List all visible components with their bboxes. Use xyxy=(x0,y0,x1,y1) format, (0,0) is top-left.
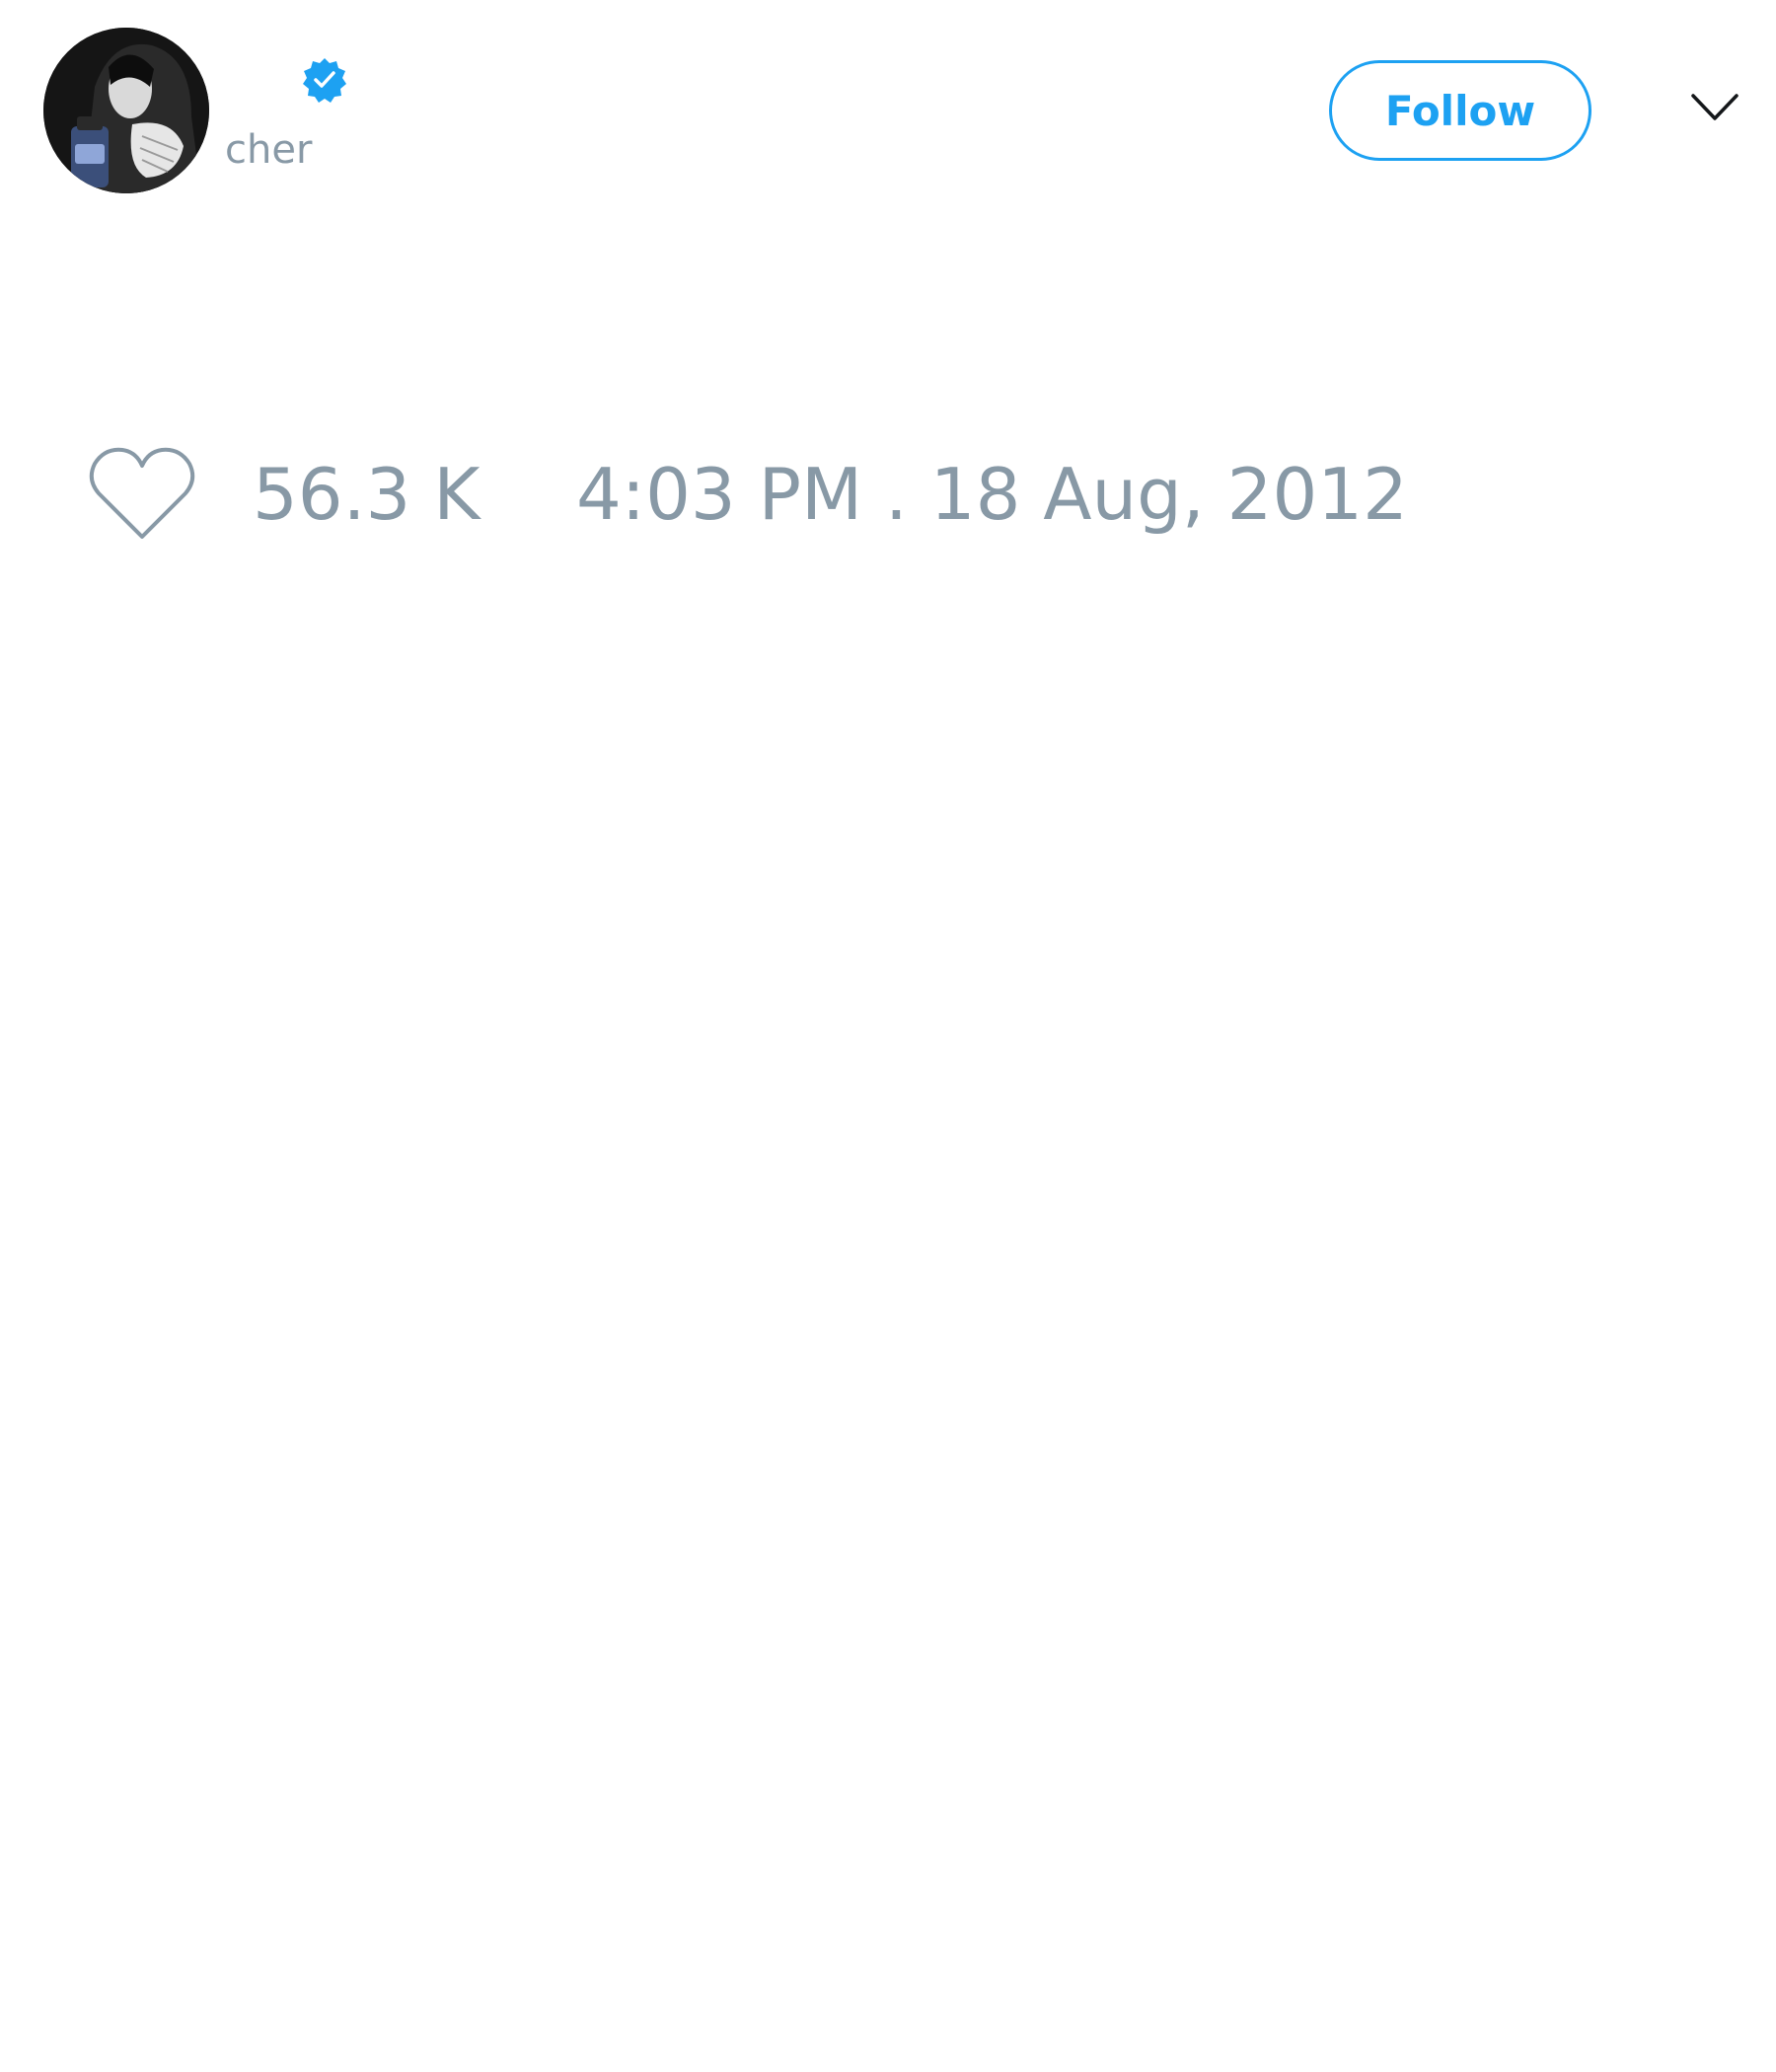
like-count: 56.3 K xyxy=(253,453,481,536)
follow-button[interactable]: Follow xyxy=(1329,60,1591,161)
avatar-image xyxy=(43,28,209,193)
avatar[interactable] xyxy=(43,28,209,193)
heart-outline-icon[interactable] xyxy=(89,446,195,541)
user-handle[interactable]: cher xyxy=(225,124,312,176)
verified-badge-icon xyxy=(302,57,347,103)
chevron-down-icon[interactable] xyxy=(1691,93,1739,122)
tweet-timestamp[interactable]: 4:03 PM . 18 Aug, 2012 xyxy=(576,452,1408,537)
